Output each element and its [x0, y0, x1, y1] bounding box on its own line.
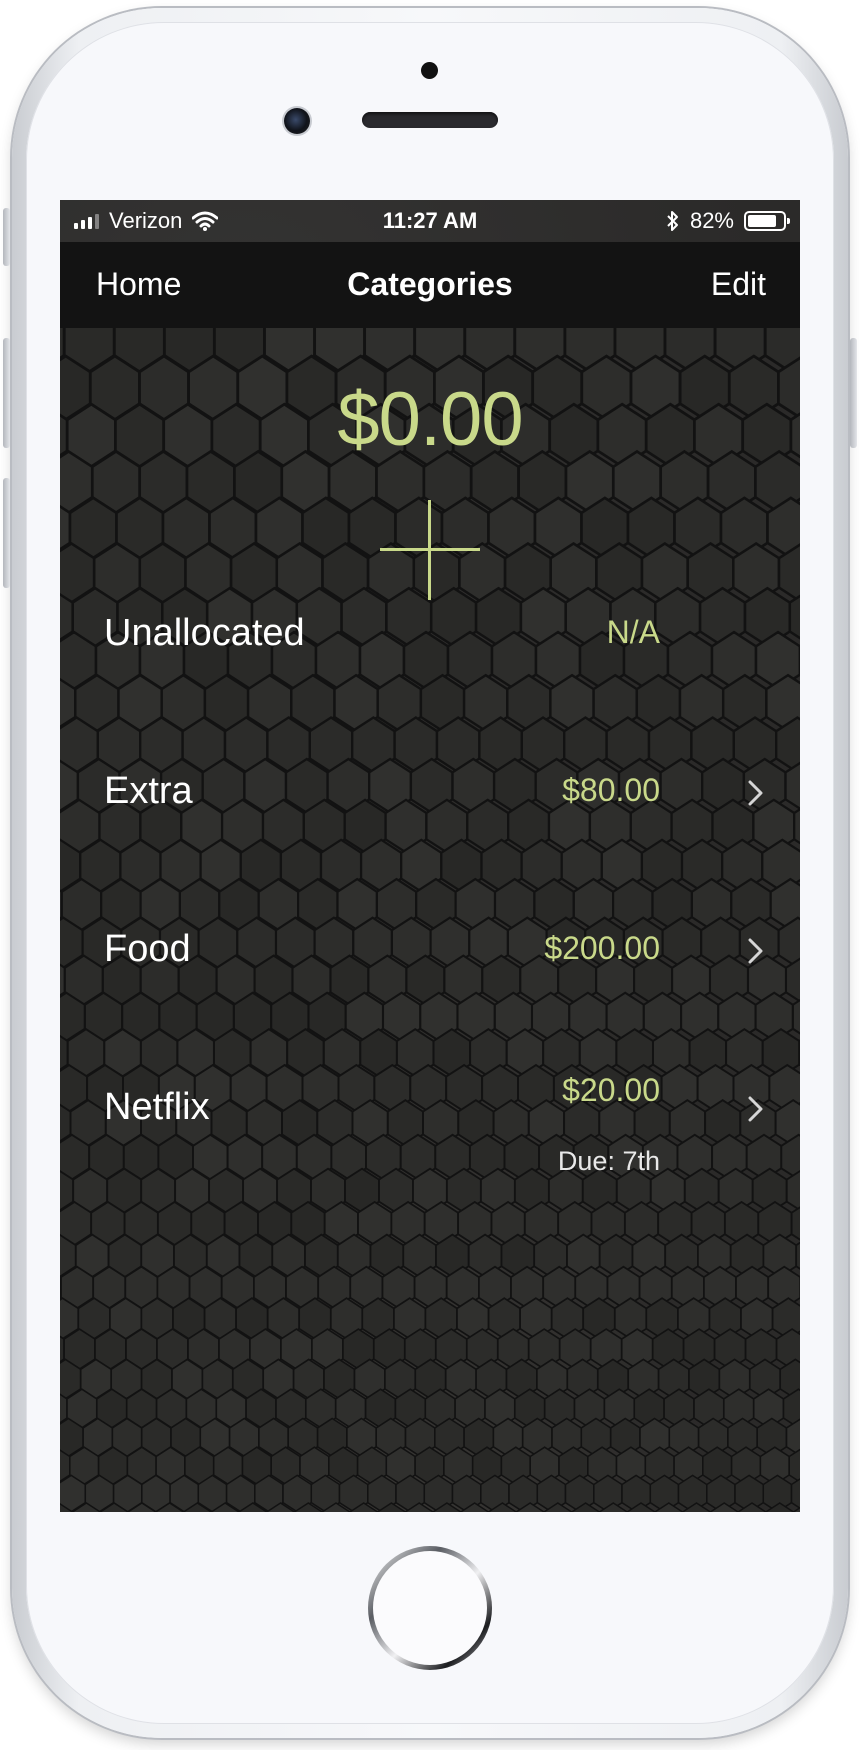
category-name: Extra [104, 770, 193, 812]
chevron-right-icon [748, 780, 763, 806]
status-bar: Verizon 11:27 AM 82% [60, 200, 800, 242]
edit-button[interactable]: Edit [711, 266, 766, 303]
battery-percentage: 82% [689, 208, 734, 233]
proximity-sensor [421, 62, 438, 79]
category-name: Food [104, 928, 191, 970]
volume-down-button [3, 478, 10, 588]
volume-up-button [3, 338, 10, 448]
category-row-netflix[interactable]: Netflix $20.00 Due: 7th [60, 1044, 800, 1224]
category-row-unallocated[interactable]: Unallocated N/A [60, 570, 800, 700]
category-name: Unallocated [104, 612, 305, 654]
total-balance: $0.00 [337, 377, 523, 462]
category-amount: $20.00 [562, 1072, 660, 1108]
battery-icon [744, 211, 790, 231]
category-amount: $200.00 [544, 930, 660, 966]
chevron-right-icon [748, 938, 763, 964]
chevron-right-icon [748, 1096, 763, 1122]
category-row-food[interactable]: Food $200.00 [60, 886, 800, 1016]
bluetooth-icon [667, 211, 678, 231]
front-camera [284, 108, 310, 134]
category-amount: N/A [606, 614, 660, 650]
battery-level [748, 215, 776, 227]
category-due-date: Due: 7th [557, 1146, 660, 1176]
app-screen: Verizon 11:27 AM 82% Home Categories Edi… [60, 200, 800, 1512]
category-amount: $80.00 [562, 772, 660, 808]
category-name: Netflix [104, 1086, 210, 1128]
category-row-extra[interactable]: Extra $80.00 [60, 728, 800, 858]
home-hardware-button[interactable] [368, 1546, 492, 1670]
page-title: Categories [347, 266, 513, 302]
earpiece-speaker [362, 112, 498, 128]
power-button [850, 338, 857, 448]
navigation-bar: Home Categories Edit [60, 242, 800, 328]
mute-switch [3, 208, 10, 266]
status-right: 82% [666, 208, 790, 234]
battery-tip [787, 218, 790, 224]
